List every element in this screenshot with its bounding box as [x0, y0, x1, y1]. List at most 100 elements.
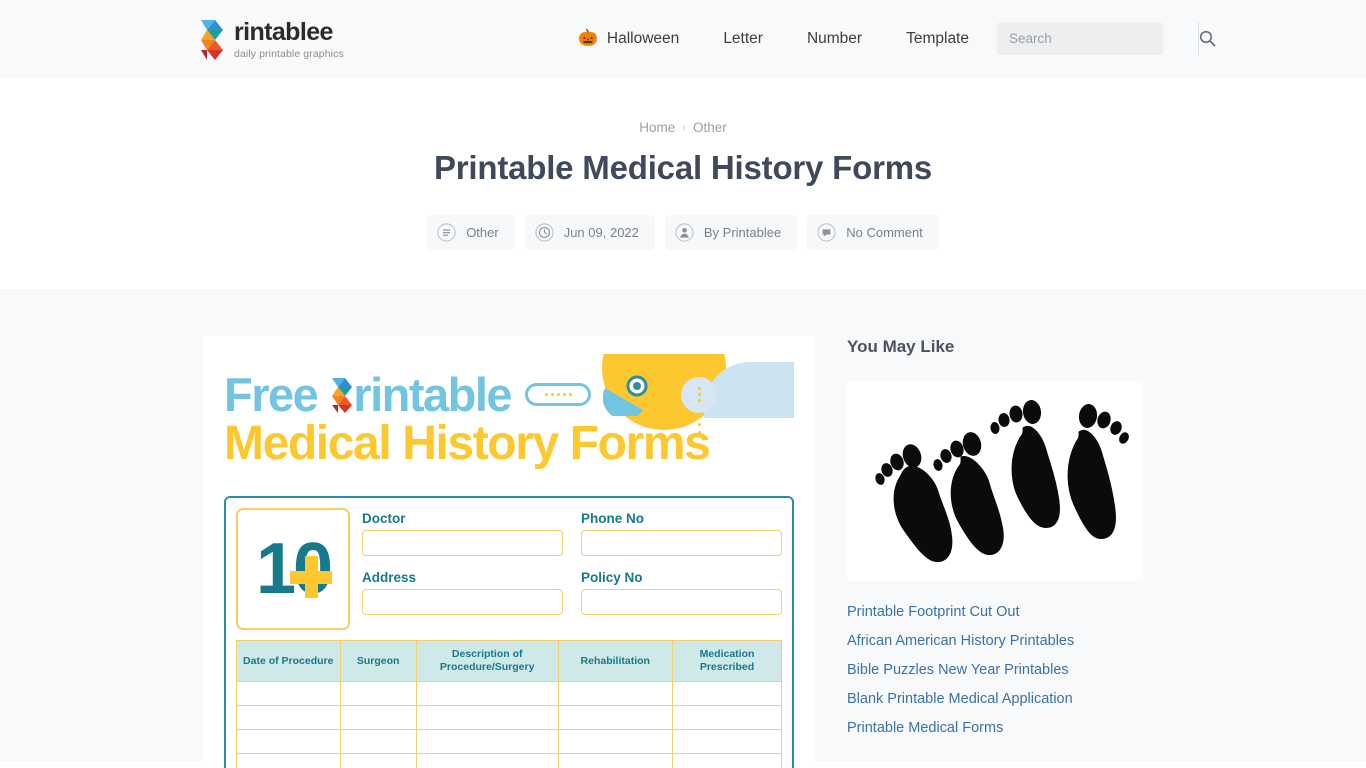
table-cell[interactable] [557, 753, 673, 768]
field-address: Address [362, 569, 563, 615]
user-icon [675, 223, 694, 242]
table-cell[interactable] [236, 681, 341, 706]
form-sheet: 10 Doctor Phone No Address Policy No Dat… [224, 496, 794, 768]
sidebar: You May Like Printable Footprint Cut Out… [847, 336, 1143, 768]
breadcrumb: Home › Other [0, 120, 1366, 135]
meta-comments-label: No Comment [846, 224, 923, 240]
table-cell[interactable] [236, 705, 341, 730]
table-cell[interactable] [671, 729, 783, 754]
comment-icon [817, 223, 836, 242]
field-label-address: Address [362, 570, 417, 585]
article-card: Free rintable Medical History Forms 10 D… [203, 336, 815, 768]
related-link-4[interactable]: Blank Printable Medical Application [847, 685, 1143, 714]
sidebar-title: You May Like [847, 337, 955, 356]
table-cell[interactable] [339, 681, 417, 706]
footprints-icon [875, 400, 1129, 563]
dotted-circle-decoration [681, 376, 718, 434]
table-header-row: Date of Procedure Surgeon Description of… [236, 640, 783, 682]
table-cell[interactable] [557, 705, 673, 730]
nav-label-halloween: Halloween [606, 30, 680, 47]
brand-name: rintablee [234, 18, 333, 46]
nav-item-halloween[interactable]: 🎃 Halloween [556, 30, 701, 48]
meta-author-label: By Printablee [703, 224, 782, 240]
related-link-5[interactable]: Printable Medical Forms [847, 714, 1143, 743]
search-box [997, 22, 1216, 55]
main-navigation: 🎃 Halloween Letter Number Template [556, 0, 991, 78]
nav-label-number: Number [806, 30, 863, 47]
table-cell[interactable] [415, 753, 559, 768]
banner-word-printable: rintable [353, 368, 512, 421]
breadcrumb-separator-icon: › [682, 121, 686, 134]
meta-author[interactable]: By Printablee [664, 215, 798, 250]
table-cell[interactable] [557, 681, 673, 706]
related-link-3[interactable]: Bible Puzzles New Year Printables [847, 656, 1143, 685]
field-input-address[interactable] [362, 589, 563, 615]
col-description: Description of Procedure/Surgery [415, 640, 559, 682]
field-policy-no: Policy No [581, 569, 782, 615]
table-cell[interactable] [415, 705, 559, 730]
search-input[interactable] [997, 22, 1198, 55]
related-links-list: Printable Footprint Cut Out African Amer… [847, 598, 1143, 743]
table-cell[interactable] [415, 729, 559, 754]
plus-icon [290, 556, 332, 598]
printable-form-image[interactable]: Free rintable Medical History Forms 10 D… [224, 354, 794, 768]
field-label-phone-no: Phone No [581, 511, 644, 526]
table-row [236, 705, 783, 730]
article-header: Home › Other Printable Medical History F… [0, 78, 1366, 291]
page-title: Printable Medical History Forms [433, 149, 933, 186]
nav-label-letter: Letter [723, 30, 763, 47]
table-cell[interactable] [236, 729, 341, 754]
field-phone-no: Phone No [581, 510, 782, 556]
ten-plus-badge: 10 [236, 508, 350, 630]
target-circle-decoration [602, 374, 661, 420]
col-medication-prescribed: Medication Prescribed [671, 640, 783, 682]
table-cell[interactable] [671, 681, 783, 706]
nav-item-template[interactable]: Template [884, 30, 991, 48]
content-area: Free rintable Medical History Forms 10 D… [0, 291, 1366, 768]
field-input-doctor[interactable] [362, 530, 563, 556]
table-row [236, 729, 783, 754]
printablee-mini-logo-icon [329, 375, 357, 415]
field-input-phone-no[interactable] [581, 530, 782, 556]
meta-comments[interactable]: No Comment [807, 215, 939, 250]
table-cell[interactable] [671, 705, 783, 730]
col-date-of-procedure: Date of Procedure [236, 640, 341, 682]
breadcrumb-item-home[interactable]: Home [639, 120, 675, 135]
table-row [236, 753, 783, 768]
related-link-1[interactable]: Printable Footprint Cut Out [847, 598, 1143, 627]
col-rehabilitation: Rehabilitation [557, 640, 673, 682]
col-surgeon: Surgeon [339, 640, 417, 682]
article-meta-row: Other Jun 09, 2022 By Printablee No Comm… [0, 215, 1366, 250]
table-cell[interactable] [236, 753, 341, 768]
meta-category[interactable]: Other [427, 215, 515, 250]
form-fields-grid: Doctor Phone No Address Policy No [362, 508, 782, 630]
nav-item-number[interactable]: Number [785, 30, 884, 48]
table-cell[interactable] [415, 681, 559, 706]
breadcrumb-item-other[interactable]: Other [693, 120, 727, 135]
search-button[interactable] [1198, 22, 1216, 55]
field-input-policy-no[interactable] [581, 589, 782, 615]
sidebar-thumbnail[interactable] [847, 381, 1143, 581]
field-label-policy-no: Policy No [581, 570, 643, 585]
table-cell[interactable] [557, 729, 673, 754]
meta-date-label: Jun 09, 2022 [563, 224, 639, 240]
banner-word-free: Free [224, 368, 319, 421]
meta-category-label: Other [466, 224, 499, 240]
search-icon [1199, 30, 1216, 47]
table-cell[interactable] [671, 753, 783, 768]
category-icon [437, 223, 456, 242]
related-link-2[interactable]: African American History Printables [847, 627, 1143, 656]
site-header: rintablee daily printable graphics 🎃 Hal… [0, 0, 1366, 78]
pumpkin-icon: 🎃 [578, 30, 598, 47]
procedure-table: Date of Procedure Surgeon Description of… [236, 640, 783, 768]
field-label-doctor: Doctor [362, 511, 406, 526]
table-cell[interactable] [339, 753, 417, 768]
brand-tagline: daily printable graphics [234, 48, 344, 60]
table-cell[interactable] [339, 729, 417, 754]
table-cell[interactable] [339, 705, 417, 730]
site-logo[interactable]: rintablee daily printable graphics [199, 14, 344, 64]
banner-line-two: Medical History Forms [224, 417, 711, 470]
meta-date: Jun 09, 2022 [524, 215, 655, 250]
nav-item-letter[interactable]: Letter [701, 30, 785, 48]
form-banner: Free rintable Medical History Forms [224, 354, 794, 488]
